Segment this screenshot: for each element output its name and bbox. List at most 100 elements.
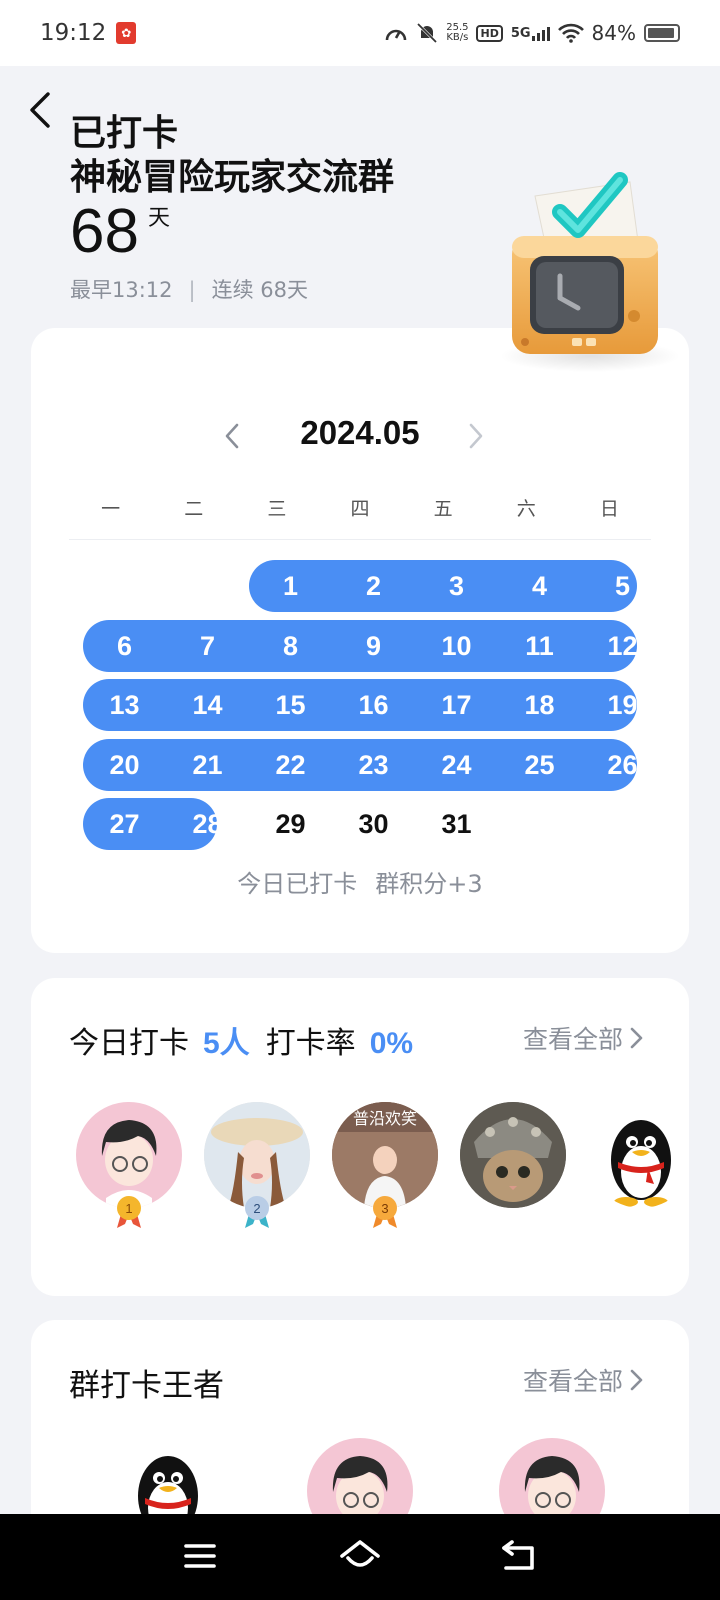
avatar[interactable] bbox=[588, 1102, 689, 1208]
weekday-divider bbox=[69, 539, 651, 540]
signal-type: 5G bbox=[510, 26, 531, 41]
rank-1-medal-icon: 1 bbox=[117, 1196, 141, 1228]
weekday-fri: 五 bbox=[433, 498, 453, 520]
calendar-week-row: 20 21 22 23 24 25 26 bbox=[83, 738, 638, 791]
calendar-day[interactable]: 22 bbox=[249, 739, 332, 791]
today-checkin-card: 今日打卡 5人 打卡率 0% 查看全部 1 2 普沿欢笑 3 bbox=[31, 978, 689, 1296]
back-button[interactable] bbox=[24, 88, 60, 132]
menu-icon bbox=[184, 1544, 216, 1568]
calendar-card: 2024.05 一 二 三 四 五 六 日 1 2 3 4 5 6 7 8 9 … bbox=[31, 328, 689, 953]
wifi-icon bbox=[557, 23, 584, 43]
checkin-days-count: 68 bbox=[70, 197, 139, 266]
calendar-day[interactable]: 7 bbox=[166, 620, 249, 672]
avatar-photo-text: 普沿欢笑 bbox=[353, 1109, 417, 1128]
calendar-day[interactable]: 21 bbox=[166, 739, 249, 791]
hd-badge: HD bbox=[476, 24, 503, 42]
chevron-left-icon bbox=[30, 92, 50, 128]
medal-rank: 1 bbox=[125, 1201, 132, 1216]
chevron-right-icon bbox=[630, 1027, 643, 1049]
return-icon bbox=[502, 1540, 534, 1570]
calendar-day[interactable]: 10 bbox=[415, 620, 498, 672]
earliest-time: 最早13:12 bbox=[70, 278, 173, 302]
status-icons: 25.5 KB/s HD 5G 84% bbox=[384, 21, 680, 45]
calendar-day[interactable]: 5 bbox=[581, 560, 664, 612]
checkin-days-unit: 天 bbox=[148, 206, 171, 231]
calendar-day[interactable]: 25 bbox=[498, 739, 581, 791]
calendar-day[interactable]: 9 bbox=[332, 620, 415, 672]
calendar-day[interactable]: 20 bbox=[83, 739, 166, 791]
calendar-day[interactable]: 27 bbox=[83, 798, 166, 850]
back-nav-button[interactable] bbox=[498, 1536, 542, 1576]
home-icon bbox=[340, 1540, 380, 1567]
network-speed: 25.5 KB/s bbox=[446, 23, 468, 43]
calendar-day[interactable]: 17 bbox=[415, 679, 498, 731]
calendar-day[interactable]: 31 bbox=[415, 798, 498, 850]
speedometer-icon bbox=[385, 29, 407, 41]
medal-rank: 3 bbox=[381, 1201, 388, 1216]
next-month-button[interactable] bbox=[463, 420, 487, 452]
chevron-right-icon bbox=[630, 1369, 643, 1391]
weekday-thu: 四 bbox=[350, 498, 370, 520]
calendar-day[interactable]: 23 bbox=[332, 739, 415, 791]
checkin-king-title: 群打卡王者 bbox=[69, 1368, 224, 1404]
today-checkin-header: 今日打卡 5人 打卡率 0% bbox=[69, 1018, 429, 1062]
menu-button[interactable] bbox=[178, 1536, 222, 1576]
calendar-day[interactable]: 24 bbox=[415, 739, 498, 791]
medal-rank: 2 bbox=[253, 1201, 260, 1216]
calendar-day[interactable]: 1 bbox=[249, 560, 332, 612]
calendar-day[interactable]: 15 bbox=[249, 679, 332, 731]
weekday-header: 一 二 三 四 五 六 日 bbox=[69, 494, 651, 521]
avatar[interactable]: 普沿欢笑 bbox=[332, 1102, 438, 1208]
calendar-day[interactable]: 4 bbox=[498, 560, 581, 612]
today-checkin-title: 今日打卡 bbox=[69, 1026, 189, 1061]
group-name: 神秘冒险玩家交流群 bbox=[70, 157, 395, 198]
weekday-wed: 三 bbox=[267, 498, 287, 520]
month-label: 2024.05 bbox=[300, 414, 420, 451]
battery-icon bbox=[644, 24, 680, 42]
calendar-day[interactable]: 16 bbox=[332, 679, 415, 731]
checkin-meta: 最早13:12 | 连续 68天 bbox=[70, 274, 308, 304]
calendar-day[interactable]: 30 bbox=[332, 798, 415, 850]
calendar-week-row: 1 2 3 4 5 bbox=[83, 560, 637, 612]
calendar-day[interactable]: 13 bbox=[83, 679, 166, 731]
weekday-tue: 二 bbox=[184, 498, 204, 520]
calendar-week-row: 6 7 8 9 10 11 12 bbox=[83, 619, 638, 672]
system-nav-bar bbox=[0, 1514, 720, 1600]
chevron-right-icon bbox=[469, 423, 483, 449]
status-bar: 19:12 ✿ 25.5 KB/s HD 5G 84% bbox=[0, 0, 720, 66]
avatar[interactable] bbox=[76, 1102, 182, 1208]
home-button[interactable] bbox=[338, 1536, 382, 1576]
see-all-label: 查看全部 bbox=[522, 1025, 623, 1054]
weekday-sun: 日 bbox=[599, 498, 619, 520]
calendar-day[interactable]: 12 bbox=[581, 620, 664, 672]
calendar-day[interactable]: 11 bbox=[498, 620, 581, 672]
meta-separator: | bbox=[188, 278, 196, 302]
group-points-text: 群积分+3 bbox=[375, 870, 483, 898]
today-see-all-link[interactable]: 查看全部 bbox=[523, 1020, 645, 1056]
month-header: 2024.05 bbox=[31, 414, 689, 452]
avatar[interactable] bbox=[204, 1102, 310, 1208]
checkin-rate-value: 0% bbox=[369, 1027, 414, 1060]
net-speed-unit: KB/s bbox=[446, 32, 469, 43]
calendar-day[interactable]: 3 bbox=[415, 560, 498, 612]
calendar-week-row: 27 28 29 30 31 bbox=[83, 798, 637, 850]
app-notification-icon: ✿ bbox=[116, 22, 137, 44]
calendar-day[interactable]: 14 bbox=[166, 679, 249, 731]
calendar-day[interactable]: 18 bbox=[498, 679, 581, 731]
checkin-rate-label: 打卡率 bbox=[265, 1026, 356, 1061]
calendar-day[interactable]: 2 bbox=[332, 560, 415, 612]
calendar-day[interactable]: 29 bbox=[249, 798, 332, 850]
checkin-status: 今日已打卡 群积分+3 bbox=[31, 864, 689, 899]
calendar-day[interactable]: 19 bbox=[581, 679, 664, 731]
king-see-all-link[interactable]: 查看全部 bbox=[523, 1362, 645, 1398]
calendar-day[interactable]: 8 bbox=[249, 620, 332, 672]
calendar-day[interactable]: 26 bbox=[581, 739, 664, 791]
rank-2-medal-icon: 2 bbox=[245, 1196, 269, 1228]
today-checkin-count: 5人 bbox=[203, 1027, 250, 1060]
calendar-day[interactable]: 6 bbox=[83, 620, 166, 672]
cell-signal-icon: 5G bbox=[511, 25, 550, 41]
calendar-day[interactable]: 28 bbox=[166, 798, 249, 850]
mute-bell-icon bbox=[417, 22, 438, 44]
avatar[interactable] bbox=[460, 1102, 566, 1208]
checkin-clock-illustration bbox=[500, 172, 680, 372]
